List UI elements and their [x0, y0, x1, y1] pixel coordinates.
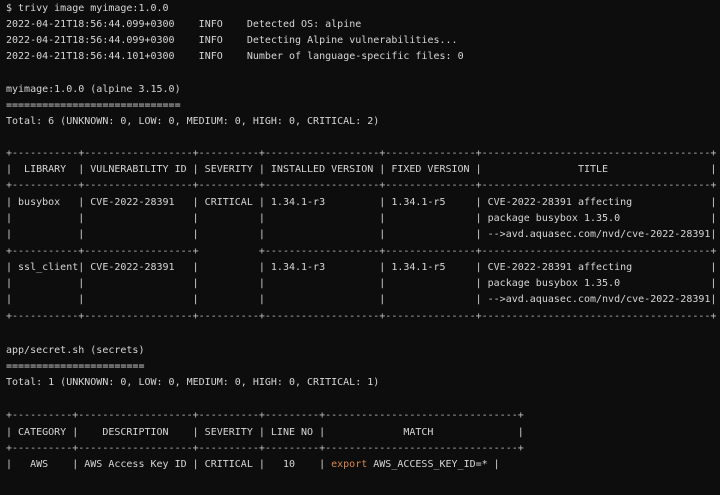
table-row: | | | | | | -->avd.aquasec.com/nvd/cve-2… — [6, 229, 717, 240]
table-row: | ssl_client| CVE-2022-28391 | | 1.34.1-… — [6, 262, 717, 273]
table-row: | | | | | | package busybox 1.35.0 | — [6, 213, 717, 224]
secrets-total-summary: Total: 1 (UNKNOWN: 0, LOW: 0, MEDIUM: 0,… — [6, 377, 380, 388]
table-border: +-----------+------------------+--------… — [6, 180, 717, 191]
image-total-summary: Total: 6 (UNKNOWN: 0, LOW: 0, MEDIUM: 0,… — [6, 116, 380, 127]
table-row: | | | | | | package busybox 1.35.0 | — [6, 278, 717, 289]
log-level: INFO — [198, 19, 223, 30]
log-message: Detected OS: alpine — [246, 19, 362, 30]
heading-underline: ============================= — [6, 100, 181, 111]
log-level: INFO — [198, 51, 223, 62]
log-timestamp: 2022-04-21T18:56:44.099+0300 — [6, 35, 175, 46]
log-line: 2022-04-21T18:56:44.099+0300 INFO Detect… — [6, 33, 458, 49]
terminal-window[interactable]: $ trivy image myimage:1.0.0 2022-04-21T1… — [0, 0, 720, 495]
log-message: Detecting Alpine vulnerabilities... — [246, 35, 458, 46]
table-row: | busybox | CVE-2022-28391 | CRITICAL | … — [6, 197, 717, 208]
table-row: | | | | | | -->avd.aquasec.com/nvd/cve-2… — [6, 294, 717, 305]
secrets-target-heading: app/secret.sh (secrets) — [6, 345, 145, 356]
table-border: +----------+-------------------+--------… — [6, 410, 524, 421]
log-timestamp: 2022-04-21T18:56:44.101+0300 — [6, 51, 175, 62]
table-header-row: | CATEGORY | DESCRIPTION | SEVERITY | LI… — [6, 427, 524, 438]
row-cells: | AWS | AWS Access Key ID | CRITICAL | 1… — [6, 459, 332, 470]
table-row: | AWS | AWS Access Key ID | CRITICAL | 1… — [6, 457, 500, 473]
heading-underline: ======================= — [6, 361, 145, 372]
table-border: +-----------+------------------+ +------… — [6, 246, 717, 257]
image-target-heading: myimage:1.0.0 (alpine 3.15.0) — [6, 84, 181, 95]
log-line: 2022-04-21T18:56:44.099+0300 INFO Detect… — [6, 17, 361, 33]
match-value: AWS_ACCESS_KEY_ID=* | — [367, 459, 500, 470]
table-border: +----------+-------------------+--------… — [6, 443, 524, 454]
log-level: INFO — [198, 35, 223, 46]
log-message: Number of language-specific files: 0 — [246, 51, 464, 62]
table-border: +-----------+------------------+--------… — [6, 311, 717, 322]
table-header-row: | LIBRARY | VULNERABILITY ID | SEVERITY … — [6, 164, 717, 175]
log-timestamp: 2022-04-21T18:56:44.099+0300 — [6, 19, 175, 30]
command-line: $ trivy image myimage:1.0.0 — [6, 3, 169, 14]
table-border: +-----------+------------------+--------… — [6, 148, 717, 159]
log-line: 2022-04-21T18:56:44.101+0300 INFO Number… — [6, 49, 464, 65]
export-keyword: export — [331, 459, 368, 470]
